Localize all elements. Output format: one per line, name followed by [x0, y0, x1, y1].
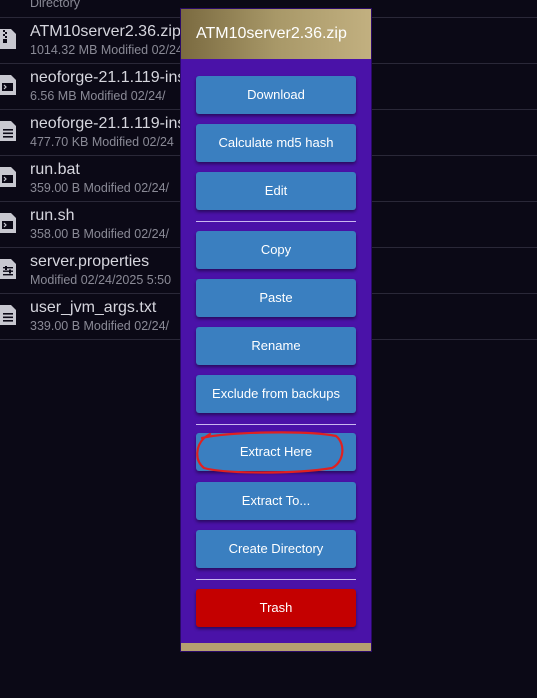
edit-button[interactable]: Edit [196, 172, 356, 210]
file-name[interactable]: server.properties [30, 253, 149, 271]
rename-button[interactable]: Rename [196, 327, 356, 365]
paste-button[interactable]: Paste [196, 279, 356, 317]
menu-divider [196, 424, 356, 425]
extract-here-button[interactable]: Extract Here [196, 433, 356, 471]
file-name[interactable]: ATM10server2.36.zip [30, 23, 181, 41]
context-menu: ATM10server2.36.zip Download Calculate m… [180, 8, 372, 652]
file-meta: 477.70 KB Modified 02/24 [30, 135, 174, 149]
trash-button[interactable]: Trash [196, 589, 356, 627]
file-name[interactable]: run.bat [30, 161, 80, 179]
exclude-from-backups-button[interactable]: Exclude from backups [196, 375, 356, 413]
menu-header: ATM10server2.36.zip [181, 9, 371, 59]
download-button[interactable]: Download [196, 76, 356, 114]
terminal-file-icon [0, 166, 16, 188]
settings-file-icon [0, 258, 16, 280]
extract-to-button[interactable]: Extract To... [196, 482, 356, 520]
menu-footer [181, 643, 371, 651]
menu-divider [196, 221, 356, 222]
file-meta: 6.56 MB Modified 02/24/ [30, 89, 166, 103]
file-name[interactable]: user_jvm_args.txt [30, 299, 156, 317]
file-meta: 358.00 B Modified 02/24/ [30, 227, 169, 241]
create-directory-button[interactable]: Create Directory [196, 530, 356, 568]
file-meta: Directory [30, 0, 81, 10]
menu-title: ATM10server2.36.zip [196, 25, 347, 42]
document-file-icon [0, 304, 16, 326]
calculate-md5-button[interactable]: Calculate md5 hash [196, 124, 356, 162]
terminal-file-icon [0, 74, 16, 96]
zip-file-icon [0, 28, 16, 50]
file-meta: Modified 02/24/2025 5:50 [30, 273, 172, 287]
file-meta: 1014.32 MB Modified 02/24/ [30, 43, 187, 57]
file-name[interactable]: neoforge-21.1.119-ins [30, 69, 185, 87]
file-name[interactable]: neoforge-21.1.119-ins [30, 115, 185, 133]
document-file-icon [0, 120, 16, 142]
copy-button[interactable]: Copy [196, 231, 356, 269]
terminal-file-icon [0, 212, 16, 234]
file-name[interactable]: run.sh [30, 207, 74, 225]
file-meta: 339.00 B Modified 02/24/ [30, 319, 169, 333]
file-meta: 359.00 B Modified 02/24/ [30, 181, 169, 195]
menu-divider [196, 579, 356, 580]
